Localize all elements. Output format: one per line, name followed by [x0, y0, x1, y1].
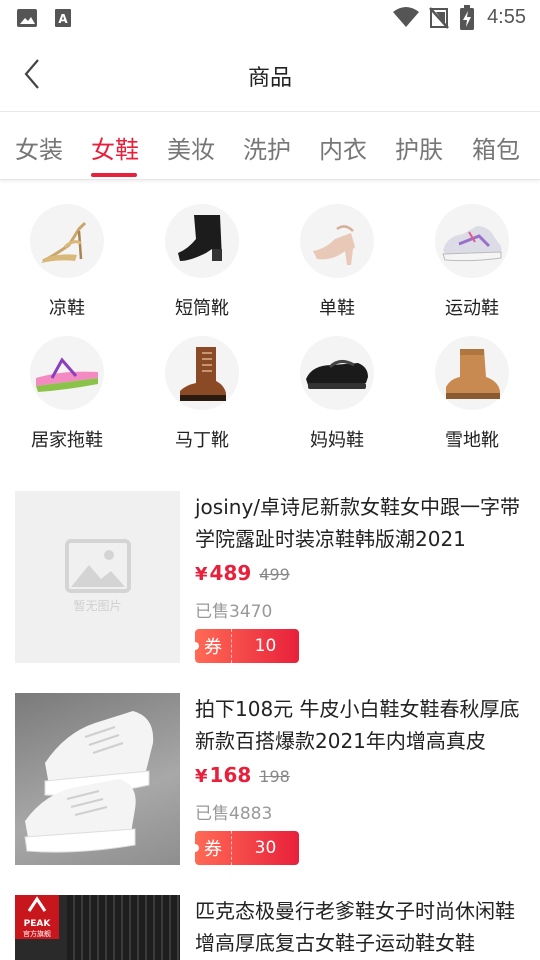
category-label: 雪地靴 [445, 430, 499, 451]
product-image-placeholder: 暂无图片 [15, 491, 180, 663]
category-sneakers[interactable]: 运动鞋 [417, 204, 527, 320]
product-image: PEAK 官方旗舰 [15, 895, 180, 960]
original-price: 198 [259, 767, 290, 786]
coupon-badge[interactable]: 券 30 [191, 831, 299, 865]
tab-womens-clothing[interactable]: 女装 [15, 130, 63, 165]
tab-skincare[interactable]: 护肤 [395, 130, 443, 165]
tab-makeup[interactable]: 美妆 [167, 130, 215, 165]
category-label: 凉鞋 [49, 298, 85, 319]
category-label: 短筒靴 [175, 298, 229, 319]
peak-logo: PEAK 官方旗舰 [15, 895, 59, 939]
page-title: 商品 [247, 66, 292, 91]
placeholder-text: 暂无图片 [73, 599, 122, 613]
coupon-label: 券 [204, 637, 222, 658]
battery-charging-icon [459, 5, 475, 35]
product-card[interactable]: PEAK 官方旗舰 匹克态极曼行老爹鞋女子时尚休闲鞋增高厚底复古女鞋子运动鞋女鞋 [15, 895, 525, 960]
category-label: 居家拖鞋 [31, 430, 103, 451]
coupon-notch [191, 844, 199, 852]
product-card[interactable]: 暂无图片 josiny/卓诗尼新款女鞋女中跟一字带学院露趾时装凉鞋韩版潮2021… [15, 491, 525, 663]
white-sneaker-icon [24, 711, 154, 853]
price-row: ¥ 168 198 [195, 763, 290, 787]
tab-wash-care[interactable]: 洗护 [243, 130, 291, 165]
clock-time: 4:55 [487, 6, 526, 28]
tab-underwear[interactable]: 内衣 [319, 130, 367, 165]
category-slippers[interactable]: 居家拖鞋 [12, 336, 122, 452]
currency-symbol: ¥ [195, 766, 208, 787]
coupon-value: 30 [254, 838, 277, 858]
price-row: ¥ 489 499 [195, 561, 290, 585]
flip-flop-icon [30, 336, 104, 410]
coupon-value: 10 [254, 636, 277, 656]
category-sandals[interactable]: 凉鞋 [12, 204, 122, 320]
category-pumps[interactable]: 单鞋 [282, 204, 392, 320]
product-title: josiny/卓诗尼新款女鞋女中跟一字带学院露趾时装凉鞋韩版潮2021 [195, 495, 521, 551]
category-snow-boots[interactable]: 雪地靴 [417, 336, 527, 452]
category-label: 马丁靴 [175, 430, 229, 451]
product-price: 168 [209, 763, 252, 787]
category-label: 运动鞋 [445, 298, 499, 319]
sold-count: 已售4883 [195, 804, 273, 824]
product-title: 匹克态极曼行老爹鞋女子时尚休闲鞋增高厚底复古女鞋子运动鞋女鞋 [195, 899, 515, 955]
product-title: 拍下108元 牛皮小白鞋女鞋春秋厚底新款百搭爆款2021年内增高真皮 [195, 697, 520, 753]
category-label: 单鞋 [319, 298, 355, 319]
tab-womens-shoes[interactable]: 女鞋 [91, 130, 139, 165]
brand-text: PEAK [23, 919, 51, 929]
sold-count: 已售3470 [195, 602, 273, 622]
image-placeholder-icon [65, 539, 131, 593]
store-text: 官方旗舰 [23, 930, 51, 938]
snow-boot-icon [435, 336, 509, 410]
sandal-icon [30, 204, 104, 278]
coupon-label: 券 [204, 839, 222, 860]
currency-symbol: ¥ [195, 564, 208, 585]
gallery-notification-icon [16, 8, 38, 32]
product-price: 489 [209, 561, 252, 585]
category-martin-boots[interactable]: 马丁靴 [147, 336, 257, 452]
active-tab-indicator [91, 173, 137, 177]
product-image [15, 693, 180, 865]
sneaker-icon [435, 204, 509, 278]
category-label: 妈妈鞋 [310, 430, 364, 451]
tab-bags[interactable]: 箱包 [472, 130, 520, 165]
coupon-notch [191, 642, 199, 650]
martin-boot-icon [165, 336, 239, 410]
flat-shoe-icon [300, 336, 374, 410]
ankle-boot-icon [165, 204, 239, 278]
no-signal-icon [428, 6, 450, 34]
app-header: 商品 [0, 36, 540, 112]
category-tabs: 女装 女鞋 美妆 洗护 内衣 护肤 箱包 [0, 112, 540, 180]
product-card[interactable]: 拍下108元 牛皮小白鞋女鞋春秋厚底新款百搭爆款2021年内增高真皮 ¥ 168… [15, 693, 525, 865]
text-notification-icon: A [54, 8, 72, 32]
original-price: 499 [259, 565, 290, 584]
coupon-badge[interactable]: 券 10 [191, 629, 299, 663]
svg-text:A: A [58, 12, 68, 26]
pump-icon [300, 204, 374, 278]
status-bar: A 4:55 [0, 0, 540, 36]
product-photo-texture [67, 895, 180, 960]
category-ankle-boots[interactable]: 短筒靴 [147, 204, 257, 320]
category-mom-shoes[interactable]: 妈妈鞋 [282, 336, 392, 452]
wifi-icon [392, 6, 420, 32]
